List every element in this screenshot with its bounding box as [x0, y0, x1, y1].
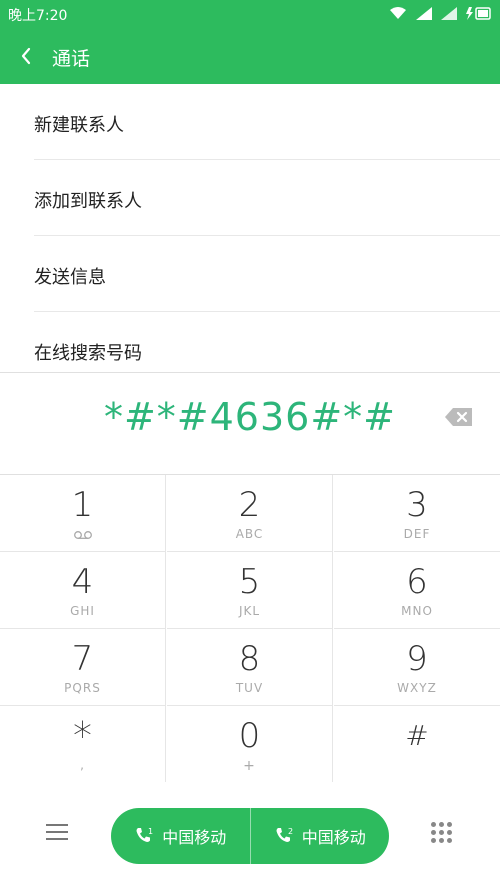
menu-item-label: 发送信息 — [34, 267, 106, 288]
call-buttons: 1 中国移动 2 中国移动 — [111, 808, 389, 864]
key-3[interactable]: 3 DEF — [334, 475, 500, 552]
call-sim1-label: 中国移动 — [162, 828, 227, 847]
status-icons — [389, 6, 492, 20]
key-digit: 5 — [238, 562, 261, 602]
page-title: 通话 — [52, 48, 91, 70]
key-letters: + — [243, 758, 256, 774]
key-letters: PQRS — [64, 681, 101, 695]
key-letters: MNO — [401, 604, 433, 618]
key-digit: 4 — [71, 562, 94, 602]
key-0[interactable]: 0 + — [167, 706, 333, 783]
signal-icon — [416, 6, 432, 20]
call-sim2-button[interactable]: 2 中国移动 — [251, 808, 390, 864]
key-digit: 3 — [406, 485, 428, 525]
add-to-contact-item[interactable]: 添加到联系人 — [0, 160, 500, 236]
key-digit: 9 — [406, 639, 428, 679]
new-contact-item[interactable]: 新建联系人 — [0, 84, 500, 160]
key-digit: * — [73, 714, 92, 758]
key-9[interactable]: 9 WXYZ — [334, 629, 500, 706]
key-2[interactable]: 2 ABC — [167, 475, 333, 552]
status-time: 晚上7:20 — [8, 8, 68, 24]
key-digit: 7 — [71, 639, 94, 679]
action-menu: 新建联系人 添加到联系人 发送信息 在线搜索号码 — [0, 84, 500, 374]
key-digit: 0 — [238, 716, 261, 756]
dial-keypad: 1 2 ABC 3 DEF 4 GHI 5 JKL 6 MNO 7 PQRS 8… — [0, 474, 500, 783]
key-digit: 2 — [238, 485, 261, 525]
key-digit: 1 — [71, 485, 94, 525]
menu-item-label: 在线搜索号码 — [34, 343, 142, 364]
menu-icon[interactable] — [46, 824, 68, 842]
wifi-icon — [390, 7, 406, 19]
back-arrow-icon[interactable] — [14, 43, 40, 69]
key-digit: # — [405, 719, 429, 752]
key-letters: DEF — [403, 527, 431, 541]
svg-text:2: 2 — [288, 827, 293, 836]
phone-sim2-icon: 2 — [276, 827, 293, 842]
key-letters: , — [80, 758, 85, 772]
key-letters: ABC — [235, 527, 264, 541]
key-digit: 8 — [238, 639, 261, 679]
key-digit: 6 — [406, 562, 428, 602]
bottom-bar: 1 中国移动 2 中国移动 — [0, 782, 500, 889]
signal-icon — [441, 6, 457, 20]
key-1[interactable]: 1 — [0, 475, 166, 552]
key-star[interactable]: * , — [0, 706, 166, 783]
key-5[interactable]: 5 JKL — [167, 552, 333, 629]
phone-sim1-icon: 1 — [136, 827, 153, 842]
call-sim1-button[interactable]: 1 中国移动 — [111, 808, 250, 864]
status-bar: 晚上7:20 — [0, 0, 500, 28]
key-hash[interactable]: # — [334, 706, 500, 783]
send-message-item[interactable]: 发送信息 — [0, 236, 500, 312]
dial-display: *#*#4636#*# — [0, 372, 500, 475]
key-8[interactable]: 8 TUV — [167, 629, 333, 706]
call-sim2-label: 中国移动 — [301, 828, 366, 847]
voicemail-icon — [73, 531, 92, 539]
keypad-toggle-icon[interactable] — [431, 822, 453, 844]
key-4[interactable]: 4 GHI — [0, 552, 166, 629]
key-6[interactable]: 6 MNO — [334, 552, 500, 629]
key-7[interactable]: 7 PQRS — [0, 629, 166, 706]
key-letters: JKL — [238, 604, 261, 618]
app-header: 通话 — [0, 28, 500, 84]
key-letters: TUV — [235, 681, 264, 695]
menu-item-label: 添加到联系人 — [34, 191, 142, 212]
backspace-icon[interactable] — [444, 406, 474, 428]
menu-item-label: 新建联系人 — [34, 115, 124, 136]
svg-text:1: 1 — [148, 827, 153, 836]
dialed-number[interactable]: *#*#4636#*# — [0, 395, 500, 439]
key-letters: GHI — [70, 604, 95, 618]
key-letters: WXYZ — [397, 681, 437, 695]
battery-icon — [466, 6, 491, 20]
online-search-number-item[interactable]: 在线搜索号码 — [0, 312, 500, 374]
